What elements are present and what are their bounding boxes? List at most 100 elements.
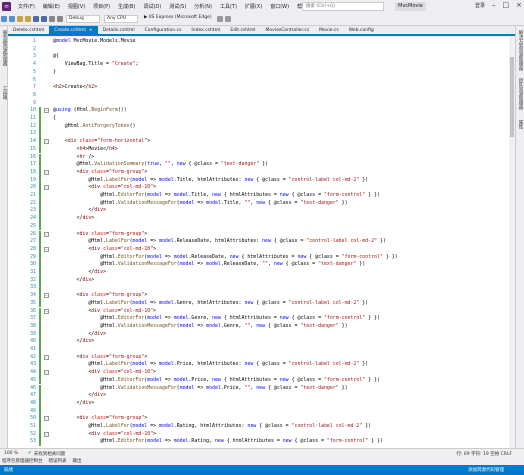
source-control-button[interactable]: 添加到源代码管理 bbox=[468, 467, 504, 473]
bottom-tab[interactable]: 错误列表 bbox=[49, 458, 67, 465]
code-line[interactable]: 12 @Html.AntiForgeryToken() bbox=[8, 122, 515, 131]
open-icon[interactable] bbox=[25, 16, 31, 22]
fold-toggle-icon[interactable]: − bbox=[44, 169, 49, 175]
fold-toggle-icon[interactable]: − bbox=[44, 139, 49, 145]
code-line[interactable]: 34 − <div class="form-group"> bbox=[8, 292, 515, 300]
code-line[interactable]: 31 </div> bbox=[8, 269, 515, 277]
code-line[interactable]: 27 @Html.LabelFor(model => model.Release… bbox=[8, 238, 515, 246]
code-line[interactable]: 26 − <div class="form-group"> bbox=[8, 230, 515, 239]
tab-edit-cshtml[interactable]: Edit.cshtml bbox=[225, 26, 260, 34]
tab-index-cshtml[interactable]: Index.cshtml bbox=[186, 26, 225, 34]
tab-moviescontroller-cs[interactable]: MoviesController.cs bbox=[261, 26, 315, 34]
fold-toggle-icon[interactable]: − bbox=[44, 231, 49, 237]
code-line[interactable]: 33 bbox=[8, 284, 515, 293]
account-link[interactable]: 登录 bbox=[475, 1, 485, 12]
tab-movie-cs[interactable]: Movie.cs bbox=[314, 26, 344, 34]
code-line[interactable]: 43 @Html.LabelFor(model => model.Price, … bbox=[8, 361, 515, 370]
code-line[interactable]: 19 @Html.LabelFor(model => model.Title, … bbox=[8, 176, 515, 185]
code-line[interactable]: 4 ViewBag.Title = "Create"; bbox=[8, 61, 515, 69]
code-line[interactable]: 16 <hr /> bbox=[8, 153, 515, 162]
code-line[interactable]: 5} bbox=[8, 69, 515, 77]
code-line[interactable]: 29 @Html.EditorFor(model => model.Releas… bbox=[8, 253, 515, 262]
tab-web-config[interactable]: Web.config bbox=[344, 26, 379, 34]
code-line[interactable]: 52 − <div class="col-md-10"> bbox=[8, 430, 515, 439]
code-line[interactable]: 30 @Html.ValidationMessageFor(model => m… bbox=[8, 261, 515, 269]
code-line[interactable]: 11 { bbox=[8, 115, 515, 123]
config-dropdown[interactable]: Debug bbox=[66, 15, 100, 23]
fold-toggle-icon[interactable]: − bbox=[44, 370, 49, 376]
save-all-icon[interactable] bbox=[41, 16, 47, 22]
menu-item[interactable]: 窗口(W) bbox=[266, 3, 293, 10]
scrollbar-thumb[interactable] bbox=[510, 57, 514, 137]
redo-icon[interactable] bbox=[57, 16, 63, 22]
back-icon[interactable] bbox=[1, 16, 7, 22]
code-line[interactable]: 37 @Html.EditorFor(model => model.Genre,… bbox=[8, 315, 515, 323]
code-line[interactable]: 32 </div> bbox=[8, 276, 515, 285]
code-line[interactable]: 3 @{ bbox=[8, 53, 515, 61]
fold-toggle-icon[interactable]: − bbox=[44, 354, 49, 360]
code-line[interactable]: 45 @Html.EditorFor(model => model.Price,… bbox=[8, 376, 515, 385]
solution-explorer-tab[interactable]: 解决方案资源管理器 bbox=[517, 30, 523, 71]
menu-item[interactable]: 扩展(X) bbox=[241, 3, 266, 10]
tab-details-cshtml[interactable]: Details.cshtml bbox=[98, 26, 140, 34]
code-line[interactable]: 48 </div> bbox=[8, 399, 515, 408]
code-line[interactable]: 47 </div> bbox=[8, 392, 515, 400]
code-line[interactable]: 28 − <div class="col-md-10"> bbox=[8, 245, 515, 254]
search-input[interactable]: 搜索 (Ctrl+Q) bbox=[302, 2, 384, 11]
menu-item[interactable]: 视图(V) bbox=[64, 3, 89, 10]
new-project-icon[interactable] bbox=[17, 16, 23, 22]
code-line[interactable]: 49 bbox=[8, 407, 515, 416]
code-line[interactable]: 13 bbox=[8, 130, 515, 139]
tab-delete-cshtml[interactable]: Delete.cshtml bbox=[8, 26, 49, 34]
code-line[interactable]: 8 bbox=[8, 92, 515, 100]
close-tab-icon[interactable]: × bbox=[89, 26, 93, 34]
close-icon[interactable]: × bbox=[516, 1, 522, 12]
fold-toggle-icon[interactable]: − bbox=[44, 185, 49, 191]
properties-tab[interactable]: 属性 bbox=[517, 120, 523, 129]
code-editor[interactable]: 1 @model MvcMovie.Models.Movie 2 3 @{4 ViewB… bbox=[8, 37, 515, 448]
fold-toggle-icon[interactable]: − bbox=[44, 293, 49, 299]
fold-toggle-icon[interactable]: − bbox=[44, 308, 49, 314]
code-line[interactable]: 35 @Html.LabelFor(model => model.Genre, … bbox=[8, 299, 515, 308]
menu-item[interactable]: 项目(P) bbox=[89, 3, 114, 10]
save-icon[interactable] bbox=[33, 16, 39, 22]
code-line[interactable]: 21 @Html.EditorFor(model => model.Title,… bbox=[8, 192, 515, 200]
menu-item[interactable]: 生成(B) bbox=[114, 3, 139, 10]
run-button[interactable]: ▶ IIS Express (Microsoft Edge) bbox=[142, 15, 214, 23]
fold-toggle-icon[interactable]: − bbox=[44, 246, 49, 252]
code-line[interactable]: 24 </div> bbox=[8, 215, 515, 223]
forward-icon[interactable] bbox=[9, 16, 15, 22]
team-explorer-tab[interactable]: 团队资源管理器 bbox=[517, 78, 523, 110]
code-line[interactable]: 40 </div> bbox=[8, 338, 515, 346]
code-line[interactable]: 17 @Html.ValidationSummary(true, "", new… bbox=[8, 161, 515, 169]
code-line[interactable]: 46 @Html.ValidationMessageFor(model => m… bbox=[8, 384, 515, 393]
code-line[interactable]: 51 @Html.LabelFor(model => model.Rating,… bbox=[8, 423, 515, 431]
tab-create-cshtml[interactable]: Create.cshtml × bbox=[49, 26, 98, 34]
menu-item[interactable]: 工具(T) bbox=[216, 3, 241, 10]
tab-configuration-cs[interactable]: Configuration.cs bbox=[140, 26, 187, 34]
code-line[interactable]: 41 bbox=[8, 346, 515, 354]
issues-text[interactable]: 未找到相关问题 bbox=[34, 451, 66, 457]
refresh-icon[interactable] bbox=[216, 16, 223, 22]
bottom-tab[interactable]: 程序包管理器控制台 bbox=[2, 458, 43, 465]
code-line[interactable]: 25 bbox=[8, 222, 515, 231]
fold-toggle-icon[interactable]: − bbox=[44, 416, 49, 422]
code-line[interactable]: 39 </div> bbox=[8, 330, 515, 339]
menu-item[interactable]: 分析(N) bbox=[190, 3, 216, 10]
code-line[interactable]: 10 − @using (Html.BeginForm()) bbox=[8, 107, 515, 115]
menu-item[interactable]: 编辑(E) bbox=[39, 3, 64, 10]
zoom-level[interactable]: 100 % bbox=[4, 451, 28, 456]
code-line[interactable]: 2 bbox=[8, 46, 515, 54]
platform-dropdown[interactable]: Any CPU bbox=[104, 15, 138, 23]
code-line[interactable]: 20 − <div class="col-md-10"> bbox=[8, 184, 515, 192]
code-line[interactable]: 44 − <div class="col-md-10"> bbox=[8, 369, 515, 377]
code-line[interactable]: 7 <h2>Create</h2> bbox=[8, 84, 515, 92]
code-line[interactable]: 1 @model MvcMovie.Models.Movie bbox=[8, 38, 515, 46]
code-line[interactable]: 18 − <div class="form-group"> bbox=[8, 168, 515, 177]
code-line[interactable]: 36 − <div class="col-md-10"> bbox=[8, 307, 515, 316]
menu-item[interactable]: 文件(F) bbox=[14, 3, 39, 10]
bottom-tab[interactable]: 输出 bbox=[73, 458, 82, 465]
fold-toggle-icon[interactable]: − bbox=[44, 108, 49, 114]
code-line[interactable]: 53 @Html.EditorFor(model => model.Rating… bbox=[8, 438, 515, 447]
maximize-icon[interactable]: □ bbox=[503, 1, 510, 12]
